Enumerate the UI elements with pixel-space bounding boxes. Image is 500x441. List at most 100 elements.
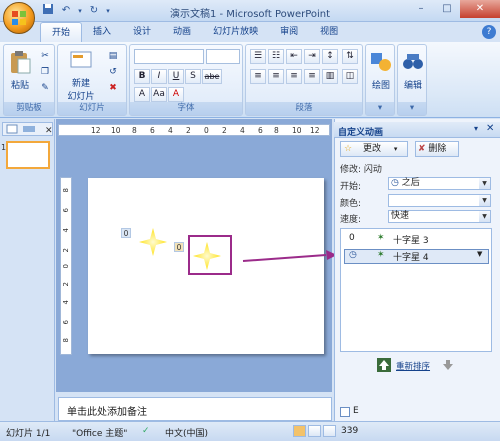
format-painter-icon[interactable]: ✎ — [38, 81, 52, 95]
ribbon: 粘贴 ✂ ❐ ✎ 剪贴板 新建 幻灯片 ▤ ↺ ✖ 幻灯片 B I U S ab… — [0, 42, 500, 118]
tab-animations[interactable]: 动画 — [162, 22, 202, 42]
pane-menu-icon[interactable]: ▾ — [474, 124, 478, 133]
window-controls: – □ ✕ — [408, 0, 500, 18]
help-icon[interactable]: ? — [482, 25, 496, 39]
numbering-icon[interactable]: ☷ — [268, 49, 284, 64]
dropdown-arrow-icon[interactable]: ▼ — [477, 250, 482, 258]
ruler-tick: 10 — [111, 126, 121, 135]
qat-customize-icon[interactable]: ▾ — [104, 3, 112, 19]
reset-icon[interactable]: ↺ — [106, 65, 120, 79]
item-name: 十字星 4 — [393, 253, 429, 263]
slide-thumbnail[interactable] — [6, 141, 50, 169]
layout-icon[interactable]: ▤ — [106, 49, 120, 63]
copy-icon[interactable]: ❐ — [38, 65, 52, 79]
animation-item-selected[interactable]: ◷ ✶ 十字星 4 ▼ — [344, 249, 489, 264]
italic-button[interactable]: I — [151, 69, 167, 84]
speed-select[interactable]: 快速 ▼ — [388, 210, 491, 223]
paste-button[interactable]: 粘贴 — [7, 49, 33, 91]
group-label-font: 字体 — [130, 102, 242, 115]
ruler-tick: 6 — [62, 208, 70, 213]
ruler-tick: 6 — [150, 126, 155, 135]
modify-label: 修改: 闪动 — [340, 165, 382, 175]
align-left-icon[interactable]: ≡ — [250, 69, 266, 84]
drawing-button[interactable]: 绘图 — [368, 49, 394, 91]
pane-close-icon[interactable]: ✕ — [486, 123, 494, 134]
align-right-icon[interactable]: ≡ — [286, 69, 302, 84]
undo-icon[interactable]: ↶ — [58, 3, 74, 19]
ruler-tick: 6 — [258, 126, 263, 135]
redo-icon[interactable]: ↻ — [86, 3, 102, 19]
slides-pane-tabs[interactable]: ✕ — [2, 122, 53, 136]
status-bar: 幻灯片 1/1 "Office 主题" ✓ 中文(中国) 339 — [0, 421, 500, 441]
animation-item[interactable]: 0 ✶ 十字星 3 — [341, 233, 491, 248]
justify-icon[interactable]: ≡ — [304, 69, 320, 84]
ruler-tick: 4 — [62, 300, 70, 305]
spellcheck-icon[interactable]: ✓ — [142, 426, 150, 436]
group-label-paragraph: 段落 — [246, 102, 362, 115]
normal-view-button[interactable] — [293, 425, 306, 437]
undo-dropdown-icon[interactable]: ▾ — [76, 3, 84, 19]
shapes-icon — [371, 53, 391, 71]
notes-placeholder: 单击此处添加备注 — [67, 407, 147, 418]
clock-icon: ◷ — [349, 250, 357, 260]
shadow-button[interactable]: S — [185, 69, 201, 84]
strikethrough-button[interactable]: abe — [202, 69, 222, 84]
move-down-icon[interactable] — [441, 358, 455, 372]
columns-icon[interactable]: ▥ — [322, 69, 338, 84]
slide-sorter-button[interactable] — [308, 425, 321, 437]
bullets-icon[interactable]: ☰ — [250, 49, 266, 64]
align-center-icon[interactable]: ≡ — [268, 69, 284, 84]
delete-slide-icon[interactable]: ✖ — [106, 81, 120, 95]
item-name: 十字星 3 — [393, 236, 429, 246]
change-effect-button[interactable]: ☆ 更改 ▾ — [340, 141, 408, 157]
change-button-label: 更改 — [362, 144, 381, 154]
font-name-field[interactable] — [134, 49, 204, 64]
tab-design[interactable]: 设计 — [122, 22, 162, 42]
save-icon[interactable] — [40, 3, 56, 19]
maximize-button[interactable]: □ — [434, 0, 460, 18]
line-spacing-icon[interactable]: ↕ — [322, 49, 338, 64]
ruler-tick: 8 — [62, 338, 70, 343]
decrease-indent-icon[interactable]: ⇤ — [286, 49, 302, 64]
change-case-icon[interactable]: Aa — [151, 87, 167, 102]
text-direction-icon[interactable]: ⇅ — [342, 49, 358, 64]
color-select[interactable]: ▼ — [388, 194, 491, 207]
tab-home[interactable]: 开始 — [40, 22, 83, 42]
language[interactable]: 中文(中国) — [165, 426, 208, 439]
slideshow-button[interactable] — [323, 425, 336, 437]
tab-insert[interactable]: 插入 — [82, 22, 122, 42]
move-up-icon[interactable] — [377, 358, 391, 372]
underline-button[interactable]: U — [168, 69, 184, 84]
editing-label: 编辑 — [403, 81, 422, 91]
ruler-tick: 12 — [91, 126, 101, 135]
font-color-button[interactable]: A — [134, 87, 150, 102]
ruler-tick: 4 — [240, 126, 245, 135]
editing-button[interactable]: 编辑 — [400, 49, 426, 91]
group-label-clipboard: 剪贴板 — [4, 102, 54, 115]
reorder-label: 重新排序 — [396, 362, 431, 372]
start-label: 开始: — [340, 182, 362, 192]
minimize-button[interactable]: – — [408, 0, 434, 18]
autopreview-checkbox[interactable] — [340, 407, 350, 417]
new-slide-icon — [70, 51, 92, 68]
tab-view[interactable]: 视图 — [309, 22, 349, 42]
bold-button[interactable]: B — [134, 69, 150, 84]
zoom-level[interactable]: 339 — [341, 426, 358, 436]
start-select[interactable]: ◷ 之后 ▼ — [388, 177, 491, 190]
cut-icon[interactable]: ✂ — [38, 49, 52, 63]
text-color-icon[interactable]: A — [168, 87, 184, 102]
animation-pane-header: 自定义动画 ▾ ✕ — [334, 122, 500, 138]
close-button[interactable]: ✕ — [460, 0, 500, 18]
new-slide-button[interactable]: 新建 幻灯片 — [62, 47, 100, 102]
smartart-icon[interactable]: ◫ — [342, 69, 358, 84]
notes-pane[interactable]: 单击此处添加备注 — [58, 397, 332, 421]
office-button[interactable] — [3, 2, 35, 34]
star-shape-3[interactable] — [138, 227, 168, 257]
ruler-tick: 8 — [62, 188, 70, 193]
increase-indent-icon[interactable]: ⇥ — [304, 49, 320, 64]
font-size-field[interactable] — [206, 49, 240, 64]
remove-effect-button[interactable]: ✘ 删除 — [415, 141, 459, 157]
tab-slideshow[interactable]: 幻灯片放映 — [202, 22, 269, 42]
dropdown-arrow-icon: ▼ — [479, 195, 490, 206]
tab-review[interactable]: 审阅 — [269, 22, 309, 42]
